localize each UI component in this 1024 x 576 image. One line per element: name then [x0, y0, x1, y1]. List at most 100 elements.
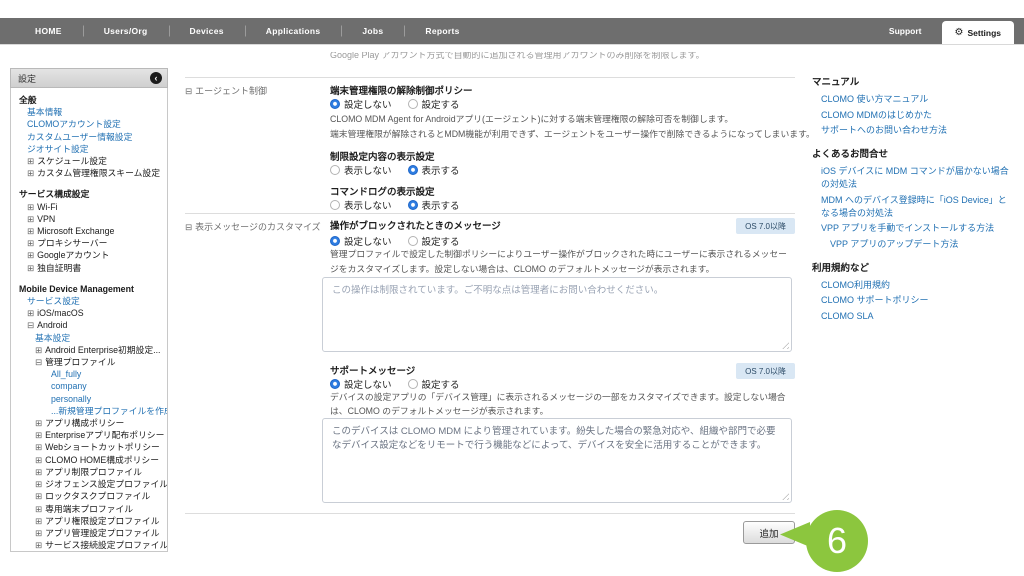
sidebar-item[interactable]: サービス設定 [11, 295, 167, 307]
nav-item[interactable]: HOME [14, 18, 83, 44]
footer-divider [185, 513, 795, 514]
sidebar-item[interactable]: 基本設定 [11, 332, 167, 344]
radio-selected-icon[interactable] [408, 165, 418, 175]
radio-unselected-icon[interactable] [330, 200, 340, 210]
sidebar-item[interactable]: CLOMO HOME構成ポリシー [11, 454, 167, 466]
radio-label: 表示しない [344, 198, 392, 212]
blocked-message-textarea[interactable]: この操作は制限されています。ご不明な点は管理者にお問い合わせください。 [322, 277, 792, 352]
radio-selected-icon[interactable] [330, 379, 340, 389]
nav-item[interactable]: Reports [404, 18, 480, 44]
sidebar-item[interactable]: ジオフェンス設定プロファイル [11, 478, 167, 490]
section-label-display-message[interactable]: 表示メッセージのカスタマイズ [185, 220, 329, 233]
tree-toggle-icon [27, 226, 34, 236]
sidebar-item[interactable]: Wi-Fi [11, 201, 167, 213]
sidebar-item[interactable]: 基本情報 [11, 106, 167, 118]
help-link[interactable]: サポートへのお問い合わせ方法 [812, 124, 1010, 137]
help-link[interactable]: CLOMO 使い方マニュアル [812, 93, 1010, 106]
settings-sidebar: 設定 ‹ 全般基本情報CLOMOアカウント設定カスタムユーザー情報設定ジオサイト… [10, 68, 168, 552]
sidebar-item[interactable]: 管理プロファイル [11, 356, 167, 368]
sidebar-collapse-button[interactable]: ‹ [150, 72, 162, 84]
sidebar-item[interactable]: アプリ構成ポリシー [11, 417, 167, 429]
sidebar-item[interactable]: 独自証明書 [11, 262, 167, 274]
support-link[interactable]: Support [869, 26, 942, 36]
help-link[interactable]: CLOMO SLA [812, 310, 1010, 323]
settings-tree: 全般基本情報CLOMOアカウント設定カスタムユーザー情報設定ジオサイト設定スケジ… [10, 88, 168, 552]
radio-option-show-no[interactable]: 表示しない [330, 163, 392, 177]
sidebar-item[interactable]: ロックタスクプロファイル [11, 490, 167, 502]
sidebar-item[interactable]: company [11, 380, 167, 392]
nav-item[interactable]: Jobs [341, 18, 404, 44]
sidebar-item[interactable]: Googleアカウント [11, 249, 167, 261]
sidebar-item[interactable]: CLOMOアカウント設定 [11, 118, 167, 130]
sidebar-item[interactable]: プロキシサーバー [11, 237, 167, 249]
gear-icon: ⚙ [955, 28, 964, 38]
sidebar-item[interactable]: 独自証明書プロファイル [11, 551, 167, 552]
sidebar-item[interactable]: アプリ管理設定プロファイル [11, 527, 167, 539]
sidebar-item[interactable]: サービス接続設定プロファイル [11, 539, 167, 551]
tree-toggle-icon [35, 467, 42, 477]
radio-option-show-no[interactable]: 表示しない [330, 198, 392, 212]
nav-item[interactable]: Devices [169, 18, 245, 44]
radio-selected-icon[interactable] [330, 236, 340, 246]
sidebar-item[interactable]: All_fully [11, 368, 167, 380]
sidebar-item[interactable]: Android Enterprise初期設定... [11, 344, 167, 356]
support-message-title: サポートメッセージ [330, 363, 415, 377]
help-link[interactable]: iOS デバイスに MDM コマンドが届かない場合の対処法 [812, 165, 1010, 191]
sidebar-item[interactable]: アプリ制限プロファイル [11, 466, 167, 478]
help-link[interactable]: CLOMO サポートポリシー [812, 294, 1010, 307]
nav-item[interactable]: Users/Org [83, 18, 169, 44]
radio-label: 設定しない [344, 377, 392, 391]
help-link[interactable]: VPP アプリを手動でインストールする方法 [812, 222, 1010, 235]
restrict-radio-group: 表示しない 表示する [330, 163, 795, 177]
radio-option-show-yes[interactable]: 表示する [408, 163, 460, 177]
sidebar-item[interactable]: カスタム管理権限スキーム設定 [11, 167, 167, 179]
command-log-title: コマンドログの表示設定 [330, 184, 795, 198]
support-message-textarea[interactable]: このデバイスは CLOMO MDM により管理されています。紛失した場合の緊急対… [322, 418, 792, 503]
tree-toggle-icon [35, 455, 42, 465]
resize-handle-icon[interactable] [781, 341, 789, 349]
radio-unselected-icon[interactable] [408, 99, 418, 109]
radio-unselected-icon[interactable] [408, 236, 418, 246]
sidebar-item[interactable]: スケジュール設定 [11, 155, 167, 167]
command-log-radio-group: 表示しない 表示する [330, 198, 795, 212]
tree-toggle-icon [27, 214, 34, 224]
sidebar-item[interactable]: アプリ権限設定プロファイル [11, 515, 167, 527]
sidebar-item[interactable]: Microsoft Exchange [11, 225, 167, 237]
radio-option-set-no[interactable]: 設定しない [330, 234, 392, 248]
resize-handle-icon[interactable] [781, 492, 789, 500]
help-link[interactable]: VPP アプリのアップデート方法 [812, 238, 1010, 251]
tree-toggle-icon [27, 202, 34, 212]
sidebar-item[interactable]: ...新規管理プロファイルを作成 [11, 405, 167, 417]
sidebar-item[interactable]: Enterpriseアプリ配布ポリシー [11, 429, 167, 441]
sidebar-title: 設定 [18, 72, 36, 85]
tree-toggle-icon [35, 479, 42, 489]
collapse-section-icon [185, 222, 192, 232]
help-link[interactable]: CLOMO利用規約 [812, 279, 1010, 292]
radio-selected-icon[interactable] [408, 200, 418, 210]
radio-option-set-yes[interactable]: 設定する [408, 234, 460, 248]
help-link[interactable]: MDM へのデバイス登録時に「iOS Device」となる場合の対処法 [812, 194, 1010, 220]
radio-option-set-no[interactable]: 設定しない [330, 377, 392, 391]
top-nav-right: Support ⚙ Settings [869, 18, 1024, 44]
sidebar-item[interactable]: カスタムユーザー情報設定 [11, 131, 167, 143]
nav-item[interactable]: Applications [245, 18, 342, 44]
sidebar-item[interactable]: personally [11, 393, 167, 405]
tree-toggle-icon [27, 238, 34, 248]
sidebar-item[interactable]: ジオサイト設定 [11, 143, 167, 155]
radio-option-show-yes[interactable]: 表示する [408, 198, 460, 212]
tab-settings[interactable]: ⚙ Settings [942, 21, 1015, 44]
sidebar-item[interactable]: Android [11, 319, 167, 331]
radio-selected-icon[interactable] [330, 99, 340, 109]
tree-toggle-icon [35, 491, 42, 501]
radio-option-set-no[interactable]: 設定しない [330, 97, 392, 111]
radio-unselected-icon[interactable] [408, 379, 418, 389]
sidebar-item[interactable]: 専用端末プロファイル [11, 503, 167, 515]
section-label-agent-control[interactable]: エージェント制御 [185, 84, 329, 97]
radio-option-set-yes[interactable]: 設定する [408, 377, 460, 391]
sidebar-item[interactable]: iOS/macOS [11, 307, 167, 319]
sidebar-item[interactable]: Webショートカットポリシー [11, 441, 167, 453]
radio-option-set-yes[interactable]: 設定する [408, 97, 460, 111]
help-link[interactable]: CLOMO MDMのはじめかた [812, 109, 1010, 122]
sidebar-item[interactable]: VPN [11, 213, 167, 225]
radio-unselected-icon[interactable] [330, 165, 340, 175]
